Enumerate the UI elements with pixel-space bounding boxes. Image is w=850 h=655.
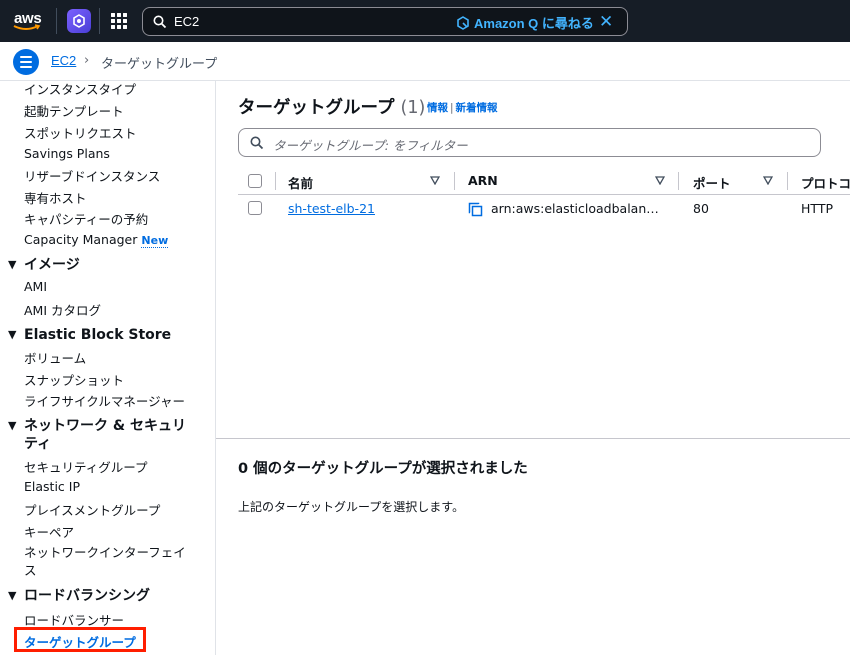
amazon-q-icon (457, 15, 469, 30)
select-all-checkbox[interactable] (248, 174, 262, 188)
filter-input[interactable]: ターゲットグループ: をフィルター (238, 128, 821, 157)
nav-divider (56, 8, 57, 34)
column-divider (678, 172, 679, 190)
search-icon (250, 136, 264, 150)
sidebar-item-ami-catalog[interactable]: AMI カタログ (24, 300, 101, 319)
sidebar-item-dedicated-hosts[interactable]: 専有ホスト (24, 188, 87, 207)
breadcrumb-current: ターゲットグループ (101, 57, 218, 72)
search-value: EC2 (174, 14, 200, 29)
selection-description: 上記のターゲットグループを選択します。 (238, 500, 465, 514)
sort-caret-icon[interactable] (430, 176, 440, 185)
side-navigation-toggle-button[interactable] (13, 49, 39, 75)
page-title-text: ターゲットグループ (238, 98, 395, 118)
sidebar-item-reserved-instances[interactable]: リザーブドインスタンス (24, 166, 160, 185)
split-panel-divider[interactable] (216, 438, 850, 439)
column-divider (275, 172, 276, 190)
target-group-arn: arn:aws:elasticloadbalancing: (491, 201, 663, 216)
side-navigation: インスタンスタイプ 起動テンプレート スポットリクエスト Savings Pla… (0, 81, 216, 655)
target-group-port: 80 (693, 201, 709, 216)
column-divider (787, 172, 788, 190)
sidebar-item-launch-templates[interactable]: 起動テンプレート (24, 101, 124, 120)
sidebar-item-network-interfaces[interactable]: ネットワークインターフェイス (24, 544, 186, 580)
column-header-arn[interactable]: ARN (468, 173, 498, 188)
page-title: ターゲットグループ (1) (238, 94, 425, 119)
sidebar-item-key-pairs[interactable]: キーペア (24, 522, 74, 541)
section-title: ロードバランシング (24, 588, 150, 604)
target-group-name-link[interactable]: sh-test-elb-21 (288, 201, 375, 216)
search-icon (153, 15, 167, 29)
sidebar-section-images[interactable]: ▼ イメージ (8, 256, 80, 274)
services-grid-icon[interactable] (110, 12, 128, 30)
section-title: Elastic Block Store (24, 327, 172, 343)
sidebar-item-lifecycle-manager[interactable]: ライフサイクルマネージャー (24, 391, 185, 410)
sidebar-item-spot-requests[interactable]: スポットリクエスト (24, 123, 137, 142)
item-count: (1) (400, 98, 426, 118)
ask-amazon-q-label: Amazon Q に尋ねる (474, 16, 594, 31)
link-separator: | (450, 102, 454, 114)
sidebar-item-label: Capacity Manager (24, 232, 138, 247)
filter-placeholder: ターゲットグループ: をフィルター (273, 138, 468, 153)
row-checkbox[interactable] (248, 201, 262, 215)
sidebar-item-label: ネットワークインターフェイ (24, 545, 186, 560)
sidebar-section-network-security[interactable]: ▼ ネットワーク & セキュリ ティ (8, 417, 186, 453)
sidebar-item-label: ターゲットグループ (24, 635, 136, 650)
breadcrumb-bar: EC2 › ターゲットグループ (0, 42, 850, 81)
sort-caret-icon[interactable] (763, 176, 773, 185)
section-title: ネットワーク & セキュリ ティ (24, 417, 186, 453)
top-navigation-bar: aws EC2 Amazon Q に尋ねる ✕ (0, 0, 850, 42)
sidebar-item-placement-groups[interactable]: プレイスメントグループ (24, 500, 160, 519)
section-title-line-1: ネットワーク & セキュリ (24, 418, 186, 434)
sidebar-item-capacity-manager[interactable]: Capacity Manager New (24, 232, 169, 248)
global-search-input[interactable]: EC2 Amazon Q に尋ねる ✕ (142, 7, 628, 36)
column-header-protocol[interactable]: プロトコ (801, 173, 850, 192)
column-header-name[interactable]: 名前 (288, 173, 313, 192)
sidebar-item-capacity-reservations[interactable]: キャパシティーの予約 (24, 209, 148, 228)
caret-down-icon: ▼ (8, 258, 17, 271)
sidebar-item-instance-types[interactable]: インスタンスタイプ (24, 79, 136, 98)
copy-icon[interactable] (468, 202, 483, 217)
sidebar-item-target-groups[interactable]: ターゲットグループ (14, 627, 146, 652)
section-title-line-2: ティ (24, 436, 52, 452)
caret-down-icon: ▼ (8, 589, 17, 602)
sidebar-item-security-groups[interactable]: セキュリティグループ (24, 457, 148, 476)
clear-search-icon[interactable]: ✕ (599, 12, 613, 32)
whats-new-link[interactable]: 新着情報 (456, 102, 498, 114)
breadcrumb-chevron-icon: › (84, 53, 90, 68)
caret-down-icon: ▼ (8, 419, 17, 432)
sidebar-item-volumes[interactable]: ボリューム (24, 348, 86, 367)
caret-down-icon: ▼ (8, 328, 17, 341)
sidebar-section-ebs[interactable]: ▼ Elastic Block Store (8, 326, 171, 344)
breadcrumb-ec2-link[interactable]: EC2 (51, 53, 76, 68)
amazon-q-developer-icon[interactable] (67, 9, 91, 33)
sidebar-section-load-balancing[interactable]: ▼ ロードバランシング (8, 587, 150, 605)
sidebar-item-savings-plans[interactable]: Savings Plans (24, 146, 110, 161)
nav-divider (99, 8, 100, 34)
target-group-protocol: HTTP (801, 201, 833, 216)
column-header-port[interactable]: ポート (693, 173, 731, 192)
ask-amazon-q-button[interactable]: Amazon Q に尋ねる (456, 13, 594, 32)
column-divider (454, 172, 455, 190)
info-link[interactable]: 情報 (427, 102, 448, 114)
sidebar-item-ami[interactable]: AMI (24, 279, 47, 294)
section-title: イメージ (24, 257, 80, 273)
sidebar-item-elastic-ip[interactable]: Elastic IP (24, 479, 80, 494)
sidebar-item-label: ス (24, 563, 37, 578)
header-links: 情報 | 新着情報 (427, 100, 498, 115)
aws-logo[interactable]: aws (12, 9, 44, 33)
selection-title: 0 個のターゲットグループが選択されました (238, 461, 528, 477)
sidebar-item-snapshots[interactable]: スナップショット (24, 370, 124, 389)
aws-smile-icon (13, 24, 41, 30)
new-badge: New (141, 234, 169, 248)
table-header-divider (238, 194, 850, 195)
sort-caret-icon[interactable] (655, 176, 665, 185)
